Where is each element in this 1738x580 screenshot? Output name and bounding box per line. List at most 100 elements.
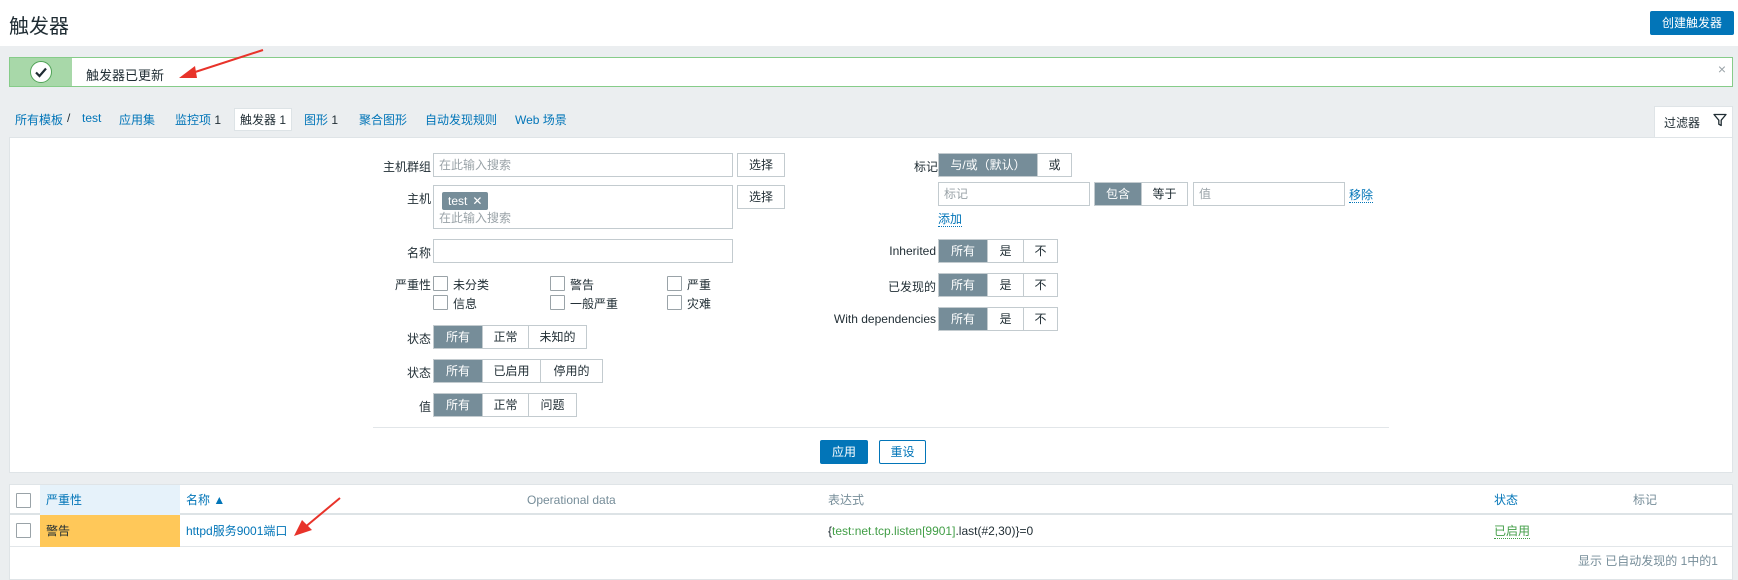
value-label: 值	[418, 400, 431, 414]
with-dependencies-option[interactable]: 所有	[939, 308, 987, 330]
name-label: 名称	[406, 246, 431, 260]
table-row: 警告 httpd服务9001端口 {test:net.tcp.listen[99…	[10, 515, 1732, 547]
tags-mode-option[interactable]: 与/或（默认）	[939, 154, 1037, 176]
status-option[interactable]: 所有	[434, 360, 482, 382]
tags-mode-option[interactable]: 或	[1037, 154, 1071, 176]
trigger-name-link[interactable]: httpd服务9001端口	[186, 524, 287, 538]
triggers-count: 1	[279, 113, 287, 127]
status-option[interactable]: 停用的	[540, 360, 602, 382]
add-tag-link[interactable]: 添加	[938, 212, 963, 227]
reset-button[interactable]: 重设	[879, 440, 926, 464]
triggers-table: 严重性 名称 ▲ Operational data 表达式 状态 标记 警告 h…	[9, 484, 1733, 580]
create-trigger-button[interactable]: 创建触发器	[1650, 11, 1734, 35]
expression-function: .last(#2,30)	[955, 524, 1016, 538]
check-icon	[30, 61, 52, 83]
severity-checkbox[interactable]	[550, 295, 565, 310]
inherited-option[interactable]: 不	[1023, 240, 1057, 262]
tag-operator-segment: 包含 等于	[1094, 182, 1188, 206]
expression-cell: {test:net.tcp.listen[9901].last(#2,30)}=…	[828, 515, 1033, 547]
host-chip-label: test	[448, 194, 468, 208]
success-icon-box	[10, 58, 72, 86]
with-dependencies-option[interactable]: 是	[987, 308, 1023, 330]
hosts-label: 主机	[406, 192, 431, 206]
tag-operator-option[interactable]: 包含	[1095, 183, 1141, 205]
discovered-option[interactable]: 不	[1023, 274, 1057, 296]
host-groups-label: 主机群组	[382, 160, 431, 174]
tags-mode-segment: 与/或（默认） 或	[938, 153, 1072, 177]
severity-option: 灾难	[687, 297, 712, 311]
remove-tag-link[interactable]: 移除	[1349, 188, 1374, 203]
state-option[interactable]: 所有	[434, 326, 482, 348]
value-option[interactable]: 问题	[528, 394, 576, 416]
severity-checkbox[interactable]	[667, 276, 682, 291]
inherited-option[interactable]: 所有	[939, 240, 987, 262]
tab-triggers[interactable]: 触发器 1	[234, 108, 293, 131]
name-header[interactable]: 名称 ▲	[186, 485, 225, 515]
filter-panel: 主机群组 在此输入搜索 选择 主机 test ✕ 在此输入搜索 选择 名称 严重性…	[9, 137, 1733, 473]
filter-tab[interactable]: 过滤器	[1654, 106, 1733, 138]
table-header-row: 严重性 名称 ▲ Operational data 表达式 状态 标记	[10, 485, 1732, 515]
filter-icon	[1713, 113, 1727, 130]
inherited-option[interactable]: 是	[987, 240, 1023, 262]
host-groups-input[interactable]: 在此输入搜索	[433, 153, 733, 177]
status-toggle[interactable]: 已启用	[1494, 524, 1531, 539]
severity-option: 未分类	[453, 278, 490, 292]
state-option[interactable]: 正常	[482, 326, 528, 348]
value-option[interactable]: 所有	[434, 394, 482, 416]
tags-label: 标记	[913, 160, 938, 174]
name-input[interactable]	[433, 239, 733, 263]
tag-name-input[interactable]: 标记	[938, 182, 1090, 206]
severity-checkbox[interactable]	[433, 276, 448, 291]
tab-graphs[interactable]: 图形	[304, 113, 328, 127]
hosts-select-button[interactable]: 选择	[737, 185, 785, 209]
discovered-option[interactable]: 所有	[939, 274, 987, 296]
inherited-label: Inherited	[889, 244, 936, 258]
select-all-checkbox[interactable]	[16, 493, 31, 508]
severity-header[interactable]: 严重性	[46, 485, 82, 515]
graphs-count: 1	[331, 113, 339, 127]
breadcrumb-all-templates[interactable]: 所有模板	[15, 113, 63, 127]
success-message: 触发器已更新 ×	[9, 57, 1733, 87]
tag-value-input[interactable]: 值	[1193, 182, 1345, 206]
value-option[interactable]: 正常	[482, 394, 528, 416]
with-dependencies-label: With dependencies	[833, 312, 936, 326]
filter-tab-label: 过滤器	[1664, 116, 1701, 130]
tab-triggers-label: 触发器	[240, 113, 277, 127]
close-icon[interactable]: ×	[1718, 61, 1726, 77]
tab-discovery-rules[interactable]: 自动发现规则	[425, 113, 497, 127]
with-dependencies-option[interactable]: 不	[1023, 308, 1057, 330]
discovered-segment: 所有 是 不	[938, 273, 1058, 297]
operational-data-header: Operational data	[527, 493, 616, 507]
status-option[interactable]: 已启用	[482, 360, 540, 382]
apply-button[interactable]: 应用	[820, 440, 868, 464]
tab-web-scenarios[interactable]: Web 场景	[515, 113, 567, 127]
expression-header: 表达式	[828, 493, 865, 507]
items-count: 1	[214, 113, 222, 127]
discovered-option[interactable]: 是	[987, 274, 1023, 296]
hosts-placeholder: 在此输入搜索	[439, 211, 512, 225]
severity-option: 一般严重	[570, 297, 619, 311]
severity-checkbox[interactable]	[433, 295, 448, 310]
hosts-multiselect[interactable]: test ✕ 在此输入搜索	[433, 185, 733, 229]
filter-divider	[373, 427, 1389, 428]
table-footer-count: 显示 已自动发现的 1中的1	[1577, 554, 1718, 568]
severity-checkbox[interactable]	[550, 276, 565, 291]
tab-aggregate-graphs[interactable]: 聚合图形	[359, 113, 407, 127]
status-header[interactable]: 状态	[1494, 485, 1518, 515]
host-groups-select-button[interactable]: 选择	[737, 153, 785, 177]
chip-remove-icon[interactable]: ✕	[472, 194, 482, 208]
expression-item-key[interactable]: test:net.tcp.listen[9901]	[832, 524, 955, 538]
row-checkbox[interactable]	[16, 523, 31, 538]
breadcrumb-host[interactable]: test	[82, 111, 101, 125]
severity-cell: 警告	[40, 515, 180, 547]
with-dependencies-segment: 所有 是 不	[938, 307, 1058, 331]
tag-operator-option[interactable]: 等于	[1141, 183, 1187, 205]
breadcrumb-separator: /	[67, 111, 71, 125]
success-message-text: 触发器已更新	[86, 68, 165, 83]
status-label: 状态	[406, 366, 431, 380]
tab-applications[interactable]: 应用集	[119, 113, 155, 127]
severity-checkbox[interactable]	[667, 295, 682, 310]
inherited-segment: 所有 是 不	[938, 239, 1058, 263]
tab-items[interactable]: 监控项	[175, 113, 211, 127]
state-option[interactable]: 未知的	[528, 326, 586, 348]
